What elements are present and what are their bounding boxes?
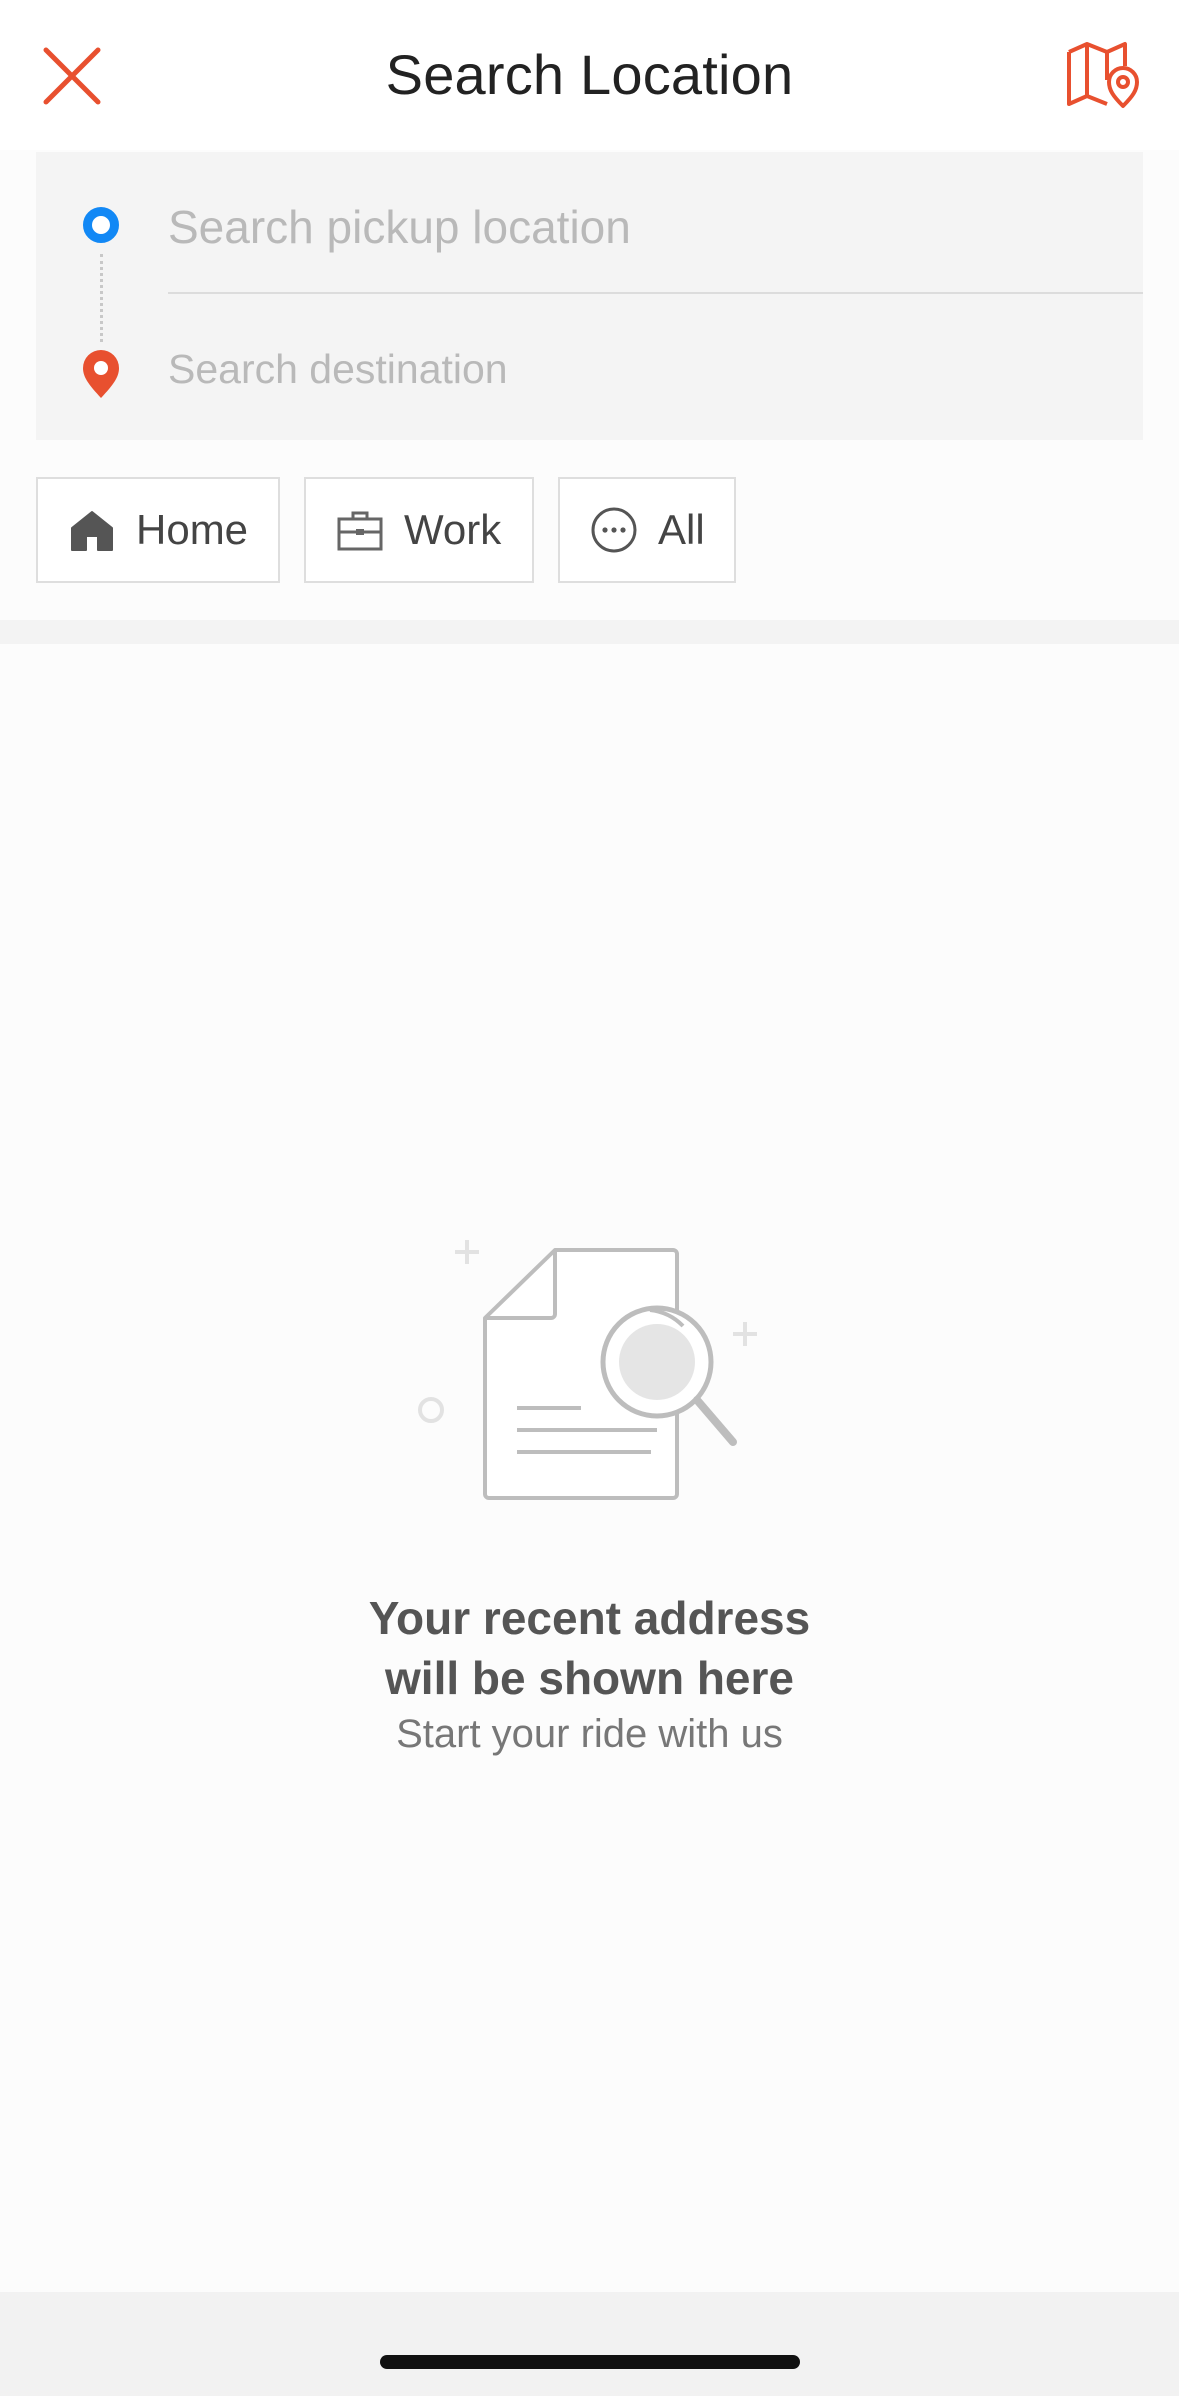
search-location-screen: Search Location Home [0,0,1179,2396]
header: Search Location [0,0,1179,150]
pickup-dot-icon [83,207,119,243]
empty-state-title-line1: Your recent address [368,1592,811,1644]
section-separator [0,620,1179,644]
bottom-bar [0,2292,1179,2396]
home-shortcut-button[interactable]: Home [36,477,280,583]
empty-state-title-line2: will be shown here [385,1652,794,1704]
page-title: Search Location [385,43,794,106]
search-divider [168,292,1143,294]
home-indicator[interactable] [380,2355,800,2369]
all-shortcut-button[interactable]: All [558,477,736,583]
destination-pin-icon [83,350,119,398]
empty-state-subtitle: Start your ride with us [396,1712,783,1756]
route-dotted-line [100,254,103,342]
work-shortcut-label: Work [404,506,502,553]
map-icon[interactable] [1063,36,1143,116]
search-card [36,152,1143,440]
more-dots-icon [591,507,637,553]
briefcase-icon [337,511,383,551]
home-icon [71,511,113,551]
destination-input[interactable] [168,334,1143,404]
work-shortcut-button[interactable]: Work [304,477,534,583]
document-search-illustration-icon [418,1240,757,1500]
empty-state-title: Your recent address will be shown here [0,1588,1179,1708]
all-shortcut-label: All [658,506,705,553]
pickup-location-input[interactable] [168,192,1143,262]
home-shortcut-label: Home [136,506,249,553]
